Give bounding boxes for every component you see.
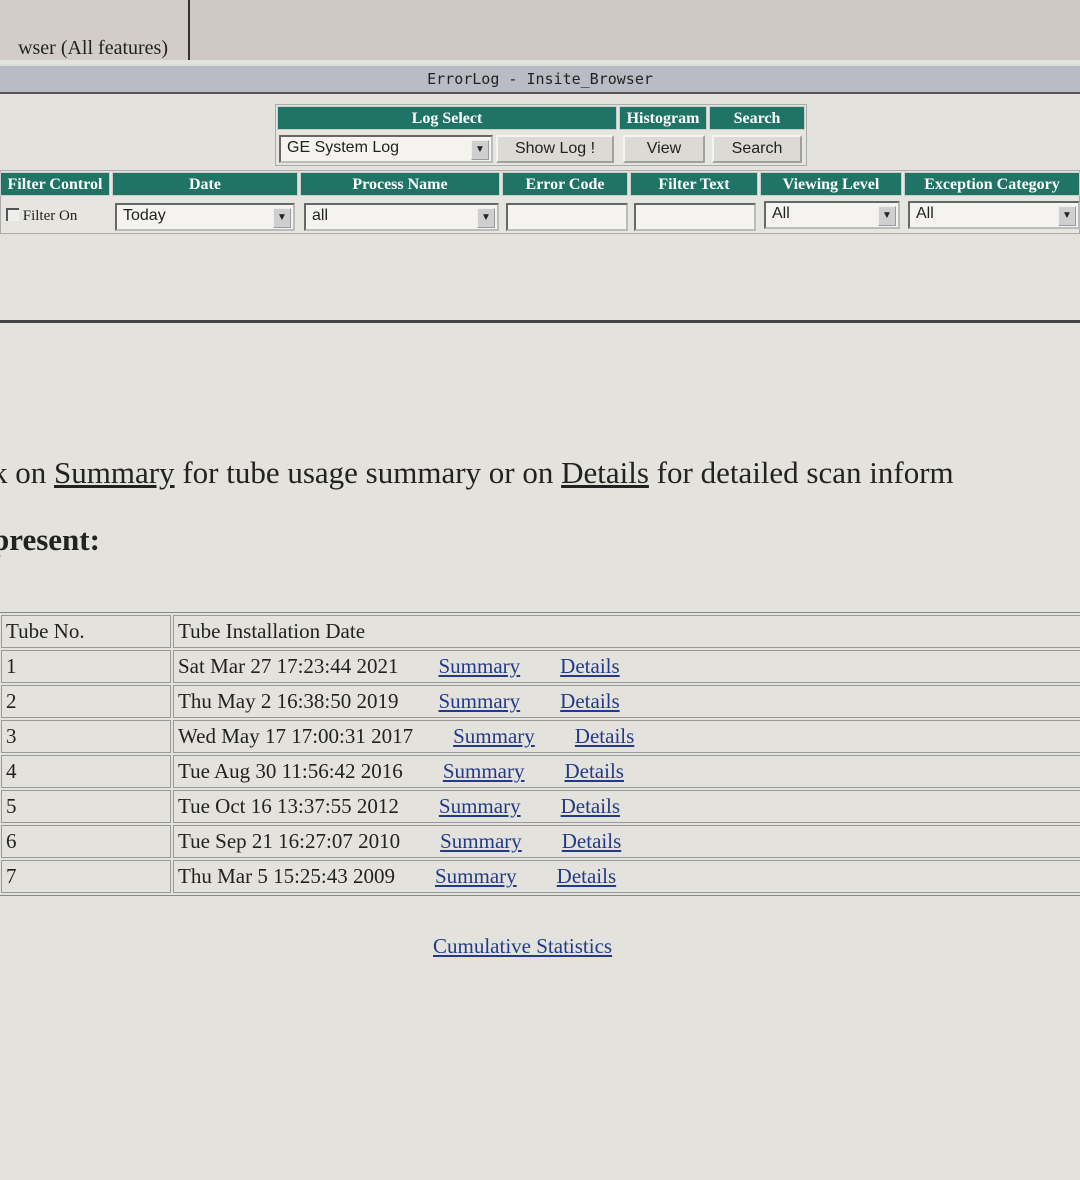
summary-link[interactable]: Summary — [435, 864, 517, 888]
installation-date-cell: Wed May 17 17:00:31 2017 Summary Details — [173, 720, 1080, 753]
table-row: 6 Tue Sep 21 16:27:07 2010 Summary Details — [1, 825, 1080, 858]
cumulative-statistics-link[interactable]: Cumulative Statistics — [433, 934, 612, 959]
installation-date: Sat Mar 27 17:23:44 2021 — [178, 654, 399, 678]
filter-on-label: Filter On — [22, 208, 78, 224]
window-title: ErrorLog - Insite_Browser — [427, 70, 653, 88]
present-heading: present: — [0, 522, 100, 557]
process-name-header: Process Name — [300, 172, 500, 196]
viewing-level-header: Viewing Level — [760, 172, 902, 196]
tube-no: 6 — [1, 825, 171, 858]
installation-date: Wed May 17 17:00:31 2017 — [178, 724, 414, 748]
log-select-dropdown[interactable]: GE System Log ▼ — [279, 135, 493, 163]
summary-link[interactable]: Summary — [453, 724, 535, 748]
details-link[interactable]: Details — [561, 794, 620, 818]
filter-on-control[interactable]: Filter On — [6, 208, 77, 225]
filter-text-header: Filter Text — [630, 172, 758, 196]
exception-category-value: All — [916, 205, 934, 222]
summary-link[interactable]: Summary — [443, 759, 525, 783]
chevron-down-icon[interactable]: ▼ — [273, 208, 291, 228]
installation-date: Tue Aug 30 11:56:42 2016 — [178, 759, 403, 783]
installation-date-cell: Tue Sep 21 16:27:07 2010 Summary Details — [173, 825, 1080, 858]
table-row: 2 Thu May 2 16:38:50 2019 Summary Details — [1, 685, 1080, 718]
window-title-bar[interactable]: ErrorLog - Insite_Browser — [0, 64, 1080, 94]
details-link[interactable]: Details — [562, 829, 621, 853]
summary-link[interactable]: Summary — [54, 455, 175, 490]
table-row: 3 Wed May 17 17:00:31 2017 Summary Details — [1, 720, 1080, 753]
search-header: Search — [709, 106, 805, 130]
date-value: Today — [123, 207, 166, 224]
tube-table: Tube No. Tube Installation Date 1 Sat Mar … — [0, 612, 1080, 896]
error-code-input[interactable] — [506, 203, 628, 231]
installation-date-cell: Sat Mar 27 17:23:44 2021 Summary Details — [173, 650, 1080, 683]
tube-no: 1 — [1, 650, 171, 683]
date-dropdown[interactable]: Today ▼ — [115, 203, 295, 231]
tab-label: wser (All features) — [18, 37, 168, 59]
filter-text-input[interactable] — [634, 203, 756, 231]
process-name-value: all — [312, 207, 329, 224]
search-button[interactable]: Search — [712, 135, 802, 163]
installation-date-header: Tube Installation Date — [173, 615, 1080, 648]
histogram-view-button[interactable]: View — [623, 135, 705, 163]
exception-category-dropdown[interactable]: All ▼ — [908, 201, 1080, 229]
details-link[interactable]: Details — [561, 455, 649, 490]
details-link[interactable]: Details — [557, 864, 616, 888]
chevron-down-icon[interactable]: ▼ — [471, 140, 489, 160]
tube-no: 5 — [1, 790, 171, 823]
date-header: Date — [112, 172, 298, 196]
filter-control-header: Filter Control — [0, 172, 110, 196]
table-header-row: Tube No. Tube Installation Date — [1, 615, 1080, 648]
viewing-level-dropdown[interactable]: All ▼ — [764, 201, 900, 229]
intro-pre: k on — [0, 455, 47, 490]
exception-category-header: Exception Category — [904, 172, 1080, 196]
desktop-background: wser (All features) — [0, 0, 1080, 60]
details-link[interactable]: Details — [560, 654, 619, 678]
installation-date-cell: Tue Oct 16 13:37:55 2012 Summary Details — [173, 790, 1080, 823]
divider — [0, 320, 1080, 323]
tube-no: 2 — [1, 685, 171, 718]
background-window-tab[interactable]: wser (All features) — [0, 0, 190, 60]
log-select-header: Log Select — [277, 106, 617, 130]
details-link[interactable]: Details — [560, 689, 619, 713]
summary-link[interactable]: Summary — [439, 654, 521, 678]
installation-date-cell: Thu Mar 5 15:25:43 2009 Summary Details — [173, 860, 1080, 893]
error-code-header: Error Code — [502, 172, 628, 196]
installation-date: Tue Sep 21 16:27:07 2010 — [178, 829, 401, 853]
chevron-down-icon[interactable]: ▼ — [477, 208, 495, 228]
installation-date-cell: Tue Aug 30 11:56:42 2016 Summary Details — [173, 755, 1080, 788]
summary-link[interactable]: Summary — [439, 794, 521, 818]
installation-date: Thu May 2 16:38:50 2019 — [178, 689, 399, 713]
table-row: 4 Tue Aug 30 11:56:42 2016 Summary Details — [1, 755, 1080, 788]
tube-no-header: Tube No. — [1, 615, 171, 648]
installation-date: Thu Mar 5 15:25:43 2009 — [178, 864, 395, 888]
intro-mid: for tube usage summary or on — [174, 455, 562, 490]
show-log-button[interactable]: Show Log ! — [496, 135, 614, 163]
summary-link[interactable]: Summary — [439, 689, 521, 713]
intro-post: for detailed scan inform — [648, 455, 954, 490]
table-row: 1 Sat Mar 27 17:23:44 2021 Summary Details — [1, 650, 1080, 683]
process-name-dropdown[interactable]: all ▼ — [304, 203, 499, 231]
tube-no: 3 — [1, 720, 171, 753]
viewing-level-value: All — [772, 205, 790, 222]
summary-link[interactable]: Summary — [440, 829, 522, 853]
chevron-down-icon[interactable]: ▼ — [878, 206, 896, 226]
installation-date: Tue Oct 16 13:37:55 2012 — [178, 794, 399, 818]
filter-on-checkbox[interactable] — [6, 208, 19, 221]
details-link[interactable]: Details — [564, 759, 623, 783]
table-row: 7 Thu Mar 5 15:25:43 2009 Summary Details — [1, 860, 1080, 893]
installation-date-cell: Thu May 2 16:38:50 2019 Summary Details — [173, 685, 1080, 718]
instructions-text: k on Summary for tube usage summary or o… — [0, 455, 954, 491]
histogram-header: Histogram — [619, 106, 707, 130]
tube-no: 7 — [1, 860, 171, 893]
tube-no: 4 — [1, 755, 171, 788]
table-row: 5 Tue Oct 16 13:37:55 2012 Summary Details — [1, 790, 1080, 823]
details-link[interactable]: Details — [575, 724, 634, 748]
log-select-value: GE System Log — [287, 139, 400, 156]
chevron-down-icon[interactable]: ▼ — [1058, 206, 1076, 226]
